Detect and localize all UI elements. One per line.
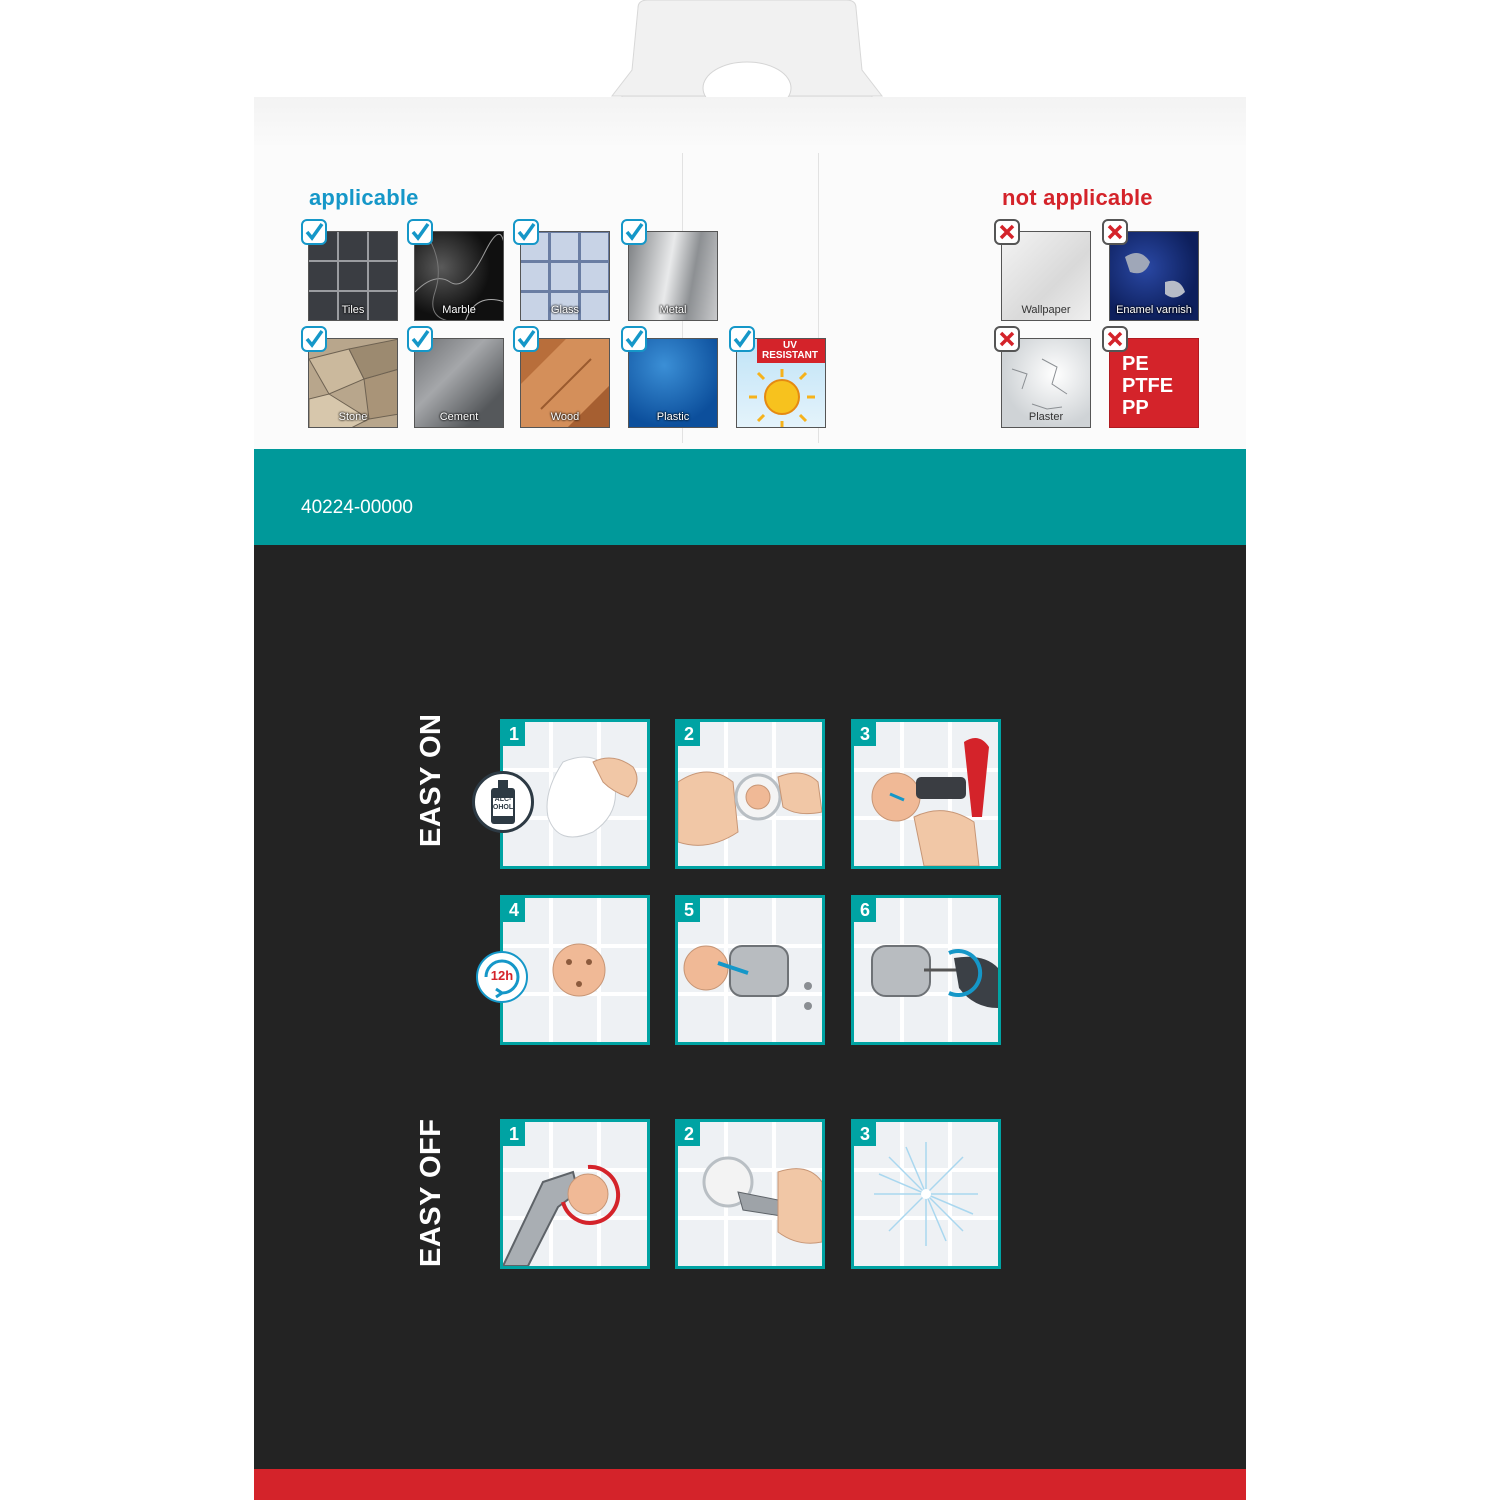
check-icon [621, 326, 647, 352]
alcohol-badge: ALC- OHOL [472, 771, 534, 833]
easy-on-step-3: 3 [851, 719, 1001, 869]
check-icon [407, 219, 433, 245]
not-applicable-title: not applicable [1002, 185, 1153, 210]
easy-on-title: EASY ON [415, 713, 447, 847]
wait-time-badge: 12h [476, 951, 528, 1003]
tile-label: Cement [439, 411, 479, 423]
step-number: 2 [678, 1122, 700, 1146]
plastic-type-pe: PE [1122, 353, 1149, 375]
surface-panel: applicable not applicable Tiles Marble G… [254, 97, 1246, 449]
check-icon [513, 326, 539, 352]
check-icon [407, 326, 433, 352]
cross-icon [994, 326, 1020, 352]
sun-icon [749, 369, 815, 427]
step-number: 5 [678, 898, 700, 922]
step-number: 1 [503, 1122, 525, 1146]
alcohol-label-line2: OHOL [492, 804, 514, 811]
red-band [254, 1469, 1246, 1500]
tile-label: Wallpaper [1021, 304, 1071, 316]
alcohol-label-line1: ALC- [494, 796, 512, 803]
instructions-panel: EASY ON EASY OFF 1 ALC- OHOL 2 3 4 12h 5… [254, 545, 1246, 1469]
check-icon [513, 219, 539, 245]
tile-label: Marble [442, 304, 476, 316]
easy-off-step-3: 3 [851, 1119, 1001, 1269]
step-number: 4 [503, 898, 525, 922]
plastic-type-pp: PP [1122, 397, 1149, 419]
article-number: 40224-00000 [301, 497, 413, 518]
tile-label: Plaster [1028, 411, 1064, 423]
easy-off-step-1: 1 [500, 1119, 650, 1269]
tile-label: Plastic [656, 411, 690, 423]
tile-label: Wood [550, 411, 580, 423]
check-icon [301, 219, 327, 245]
step-number: 1 [503, 722, 525, 746]
package-back: applicable not applicable Tiles Marble G… [254, 97, 1246, 1500]
tile-label: Tiles [341, 304, 365, 316]
wait-time-label: 12h [490, 968, 514, 983]
top-fold [254, 97, 1246, 145]
easy-on-step-6: 6 [851, 895, 1001, 1045]
check-icon [621, 219, 647, 245]
easy-off-step-2: 2 [675, 1119, 825, 1269]
cross-icon [1102, 219, 1128, 245]
step-number: 3 [854, 1122, 876, 1146]
check-icon [301, 326, 327, 352]
step-number: 6 [854, 898, 876, 922]
easy-off-title: EASY OFF [415, 1118, 447, 1268]
step-number: 2 [678, 722, 700, 746]
tile-label: Metal [659, 304, 687, 316]
tile-label: Glass [550, 304, 580, 316]
easy-on-step-5: 5 [675, 895, 825, 1045]
easy-on-step-2: 2 [675, 719, 825, 869]
tile-label: Enamel varnish [1116, 304, 1192, 316]
cross-icon [1102, 326, 1128, 352]
step-number: 3 [854, 722, 876, 746]
cross-icon [994, 219, 1020, 245]
check-icon [729, 326, 755, 352]
applicable-title: applicable [309, 185, 419, 210]
plastic-type-ptfe: PTFE [1122, 375, 1174, 397]
tile-label: Stone [338, 411, 368, 423]
